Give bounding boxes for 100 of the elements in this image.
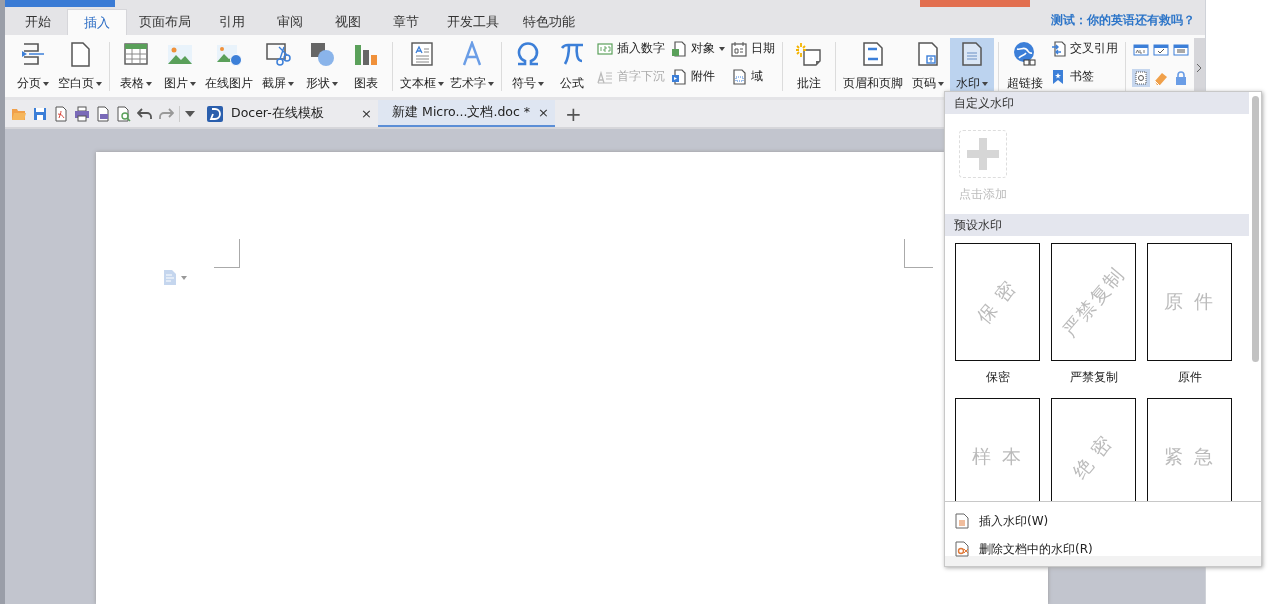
close-button[interactable]: × (538, 105, 549, 120)
note-icon (795, 41, 822, 67)
document-tab[interactable]: 新建 Micro...文档.doc * × (378, 100, 555, 127)
eraser-icon[interactable] (1152, 70, 1169, 86)
ribbon-command[interactable]: 艺术字 (446, 38, 497, 96)
caret-icon (537, 81, 544, 86)
ribbon-command[interactable]: 分页 (11, 38, 55, 96)
watermark-text: 绝 密 (1067, 429, 1119, 485)
tab-title: Docer-在线模板 (231, 105, 325, 122)
menu-item[interactable]: 删除文档中的水印(R) (945, 535, 1261, 563)
plus-icon (965, 136, 1001, 172)
caret-icon (981, 81, 988, 86)
menu-tab[interactable]: 页面布局 (127, 9, 203, 34)
caret-icon (437, 81, 444, 86)
print-preview-icon[interactable] (95, 105, 111, 122)
ribbon-command[interactable]: 空白页 (55, 38, 105, 96)
caret-icon (287, 81, 294, 86)
ribbon-command[interactable]: 表格 (113, 38, 158, 96)
ribbon-command[interactable]: 书签 (1049, 68, 1118, 85)
ribbon-command[interactable]: 交叉引用 (1049, 40, 1118, 57)
ribbon-command[interactable]: 域 (730, 68, 775, 85)
caret-icon (145, 81, 152, 86)
cross-reference-icon (1049, 40, 1066, 57)
d-logo-icon (207, 105, 223, 122)
menu-item[interactable]: 插入水印(W) (945, 507, 1261, 535)
scrollbar[interactable] (1249, 92, 1261, 501)
preset-label: 保密 (985, 369, 1010, 386)
magnifier-page-icon[interactable] (116, 105, 132, 122)
ribbon-command[interactable]: 对象 (670, 40, 725, 57)
menu-tab[interactable]: 引用 (203, 9, 261, 34)
number-box-icon (596, 40, 613, 57)
menu-tab[interactable]: 开发工具 (435, 9, 511, 34)
caret-icon (487, 81, 494, 86)
shaded-field-icon[interactable] (1132, 70, 1149, 86)
menu-tab[interactable]: 插入 (67, 9, 127, 35)
redo-icon[interactable] (158, 105, 174, 122)
table-icon (122, 41, 149, 67)
watermark-text: 样 本 (972, 444, 1023, 469)
ribbon-command[interactable]: 附件 (670, 68, 725, 85)
caret-icon (189, 81, 196, 86)
text-field-icon[interactable] (1132, 42, 1149, 58)
ribbon-command[interactable]: 公式 (549, 38, 594, 96)
ribbon-command[interactable]: 在线图片 (201, 38, 256, 96)
scrollbar-thumb[interactable] (1251, 96, 1259, 362)
preset-label: 原件 (1177, 369, 1202, 386)
close-button[interactable]: × (361, 106, 372, 121)
undo-icon[interactable] (137, 105, 153, 122)
section-header: 自定义水印 (945, 92, 1249, 114)
promo-link[interactable]: 测试：你的英语还有救吗？ (1051, 12, 1195, 29)
caret-down-icon[interactable] (185, 110, 195, 117)
ribbon-command[interactable]: 符号 (505, 38, 550, 96)
preset-label: 严禁复制 (1069, 369, 1118, 386)
new-tab-button[interactable]: + (565, 103, 582, 124)
paragraph-menu-button[interactable] (163, 270, 189, 285)
ribbon-command[interactable]: 截屏 (255, 38, 300, 96)
caret-icon (718, 46, 725, 51)
text-box-icon (408, 41, 435, 67)
watermark-text: 严禁复制 (1056, 261, 1130, 343)
ribbon-command[interactable]: 批注 (786, 38, 831, 96)
ribbon-command[interactable]: 图表 (343, 38, 388, 96)
checkbox-icon[interactable] (1152, 42, 1169, 58)
chevron-right-icon[interactable] (1196, 62, 1203, 73)
ribbon-command: 首字下沉 (596, 68, 665, 85)
watermark-text: 原 件 (1164, 289, 1215, 314)
add-label: 点击添加 (959, 186, 1007, 203)
margin-corner-mark (214, 239, 240, 268)
scissors-icon (264, 41, 291, 67)
menu-tab[interactable]: 章节 (377, 9, 435, 34)
menu-tab[interactable]: 审阅 (261, 9, 319, 34)
menu-tab[interactable]: 视图 (319, 9, 377, 34)
ribbon-command[interactable]: 插入数字 (596, 40, 665, 57)
caret-icon (937, 81, 944, 86)
attachment-icon (670, 68, 687, 85)
print-icon[interactable] (74, 105, 90, 122)
pi-icon (558, 41, 585, 67)
menu-tab[interactable]: 开始 (9, 9, 67, 34)
menu-tab[interactable]: 特色功能 (511, 9, 587, 34)
globe-icon (1011, 41, 1038, 67)
tab-title: 新建 Micro...文档.doc * (392, 104, 531, 121)
save-icon[interactable] (32, 105, 48, 122)
watermark-text: 保 密 (971, 274, 1023, 330)
paragraph-page-icon (163, 270, 177, 285)
ribbon-command[interactable]: 页眉和页脚 (839, 38, 906, 96)
ribbon-command[interactable]: 图片 (157, 38, 202, 96)
watermark-text: 紧 急 (1164, 444, 1215, 469)
section-header: 预设水印 (945, 214, 1249, 236)
object-icon (670, 40, 687, 57)
calendar-icon (730, 40, 747, 57)
margin-corner-mark (904, 239, 933, 268)
caret-icon (43, 81, 49, 86)
ribbon-command[interactable]: 形状 (299, 38, 344, 96)
ribbon-command[interactable]: 文本框 (396, 38, 447, 96)
caret-down-icon (181, 275, 187, 280)
pdf-page-icon[interactable] (53, 105, 69, 122)
field-icon (730, 68, 747, 85)
caret-icon (331, 81, 338, 86)
document-tab[interactable]: Docer-在线模板 × (201, 100, 378, 127)
ribbon-command[interactable]: 日期 (730, 40, 775, 57)
shapes-icon (308, 41, 335, 67)
list-box-icon[interactable] (1172, 42, 1189, 58)
